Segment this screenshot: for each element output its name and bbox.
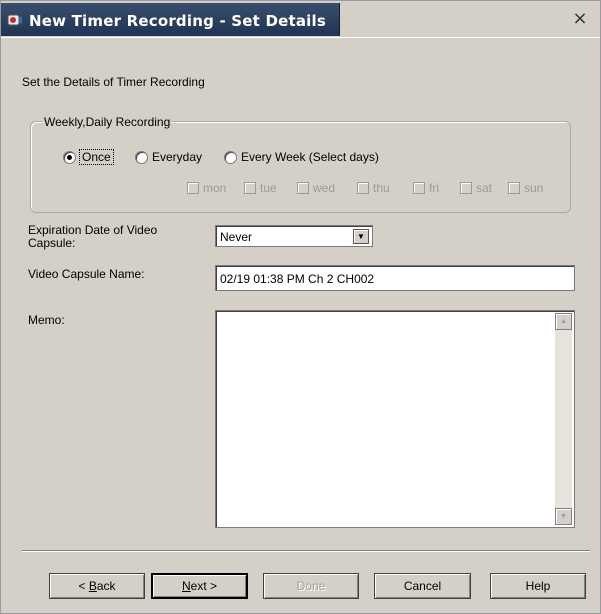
help-button[interactable]: Help [490,573,586,599]
page-heading: Set the Details of Timer Recording [22,75,205,89]
day-label: sun [524,181,544,195]
radio-once-label[interactable]: Once [79,149,114,165]
radio-everyday-dot[interactable] [135,150,148,164]
recording-group [30,121,571,213]
day-checkbox-sun[interactable]: sun [508,181,543,195]
day-checkbox-wed[interactable]: wed [297,181,335,195]
radio-every-week-label[interactable]: Every Week (Select days) [241,150,379,164]
scroll-down-icon[interactable]: ▼ [555,508,572,525]
recording-group-legend: Weekly,Daily Recording [42,115,173,129]
day-label: tue [260,181,277,195]
day-label: wed [313,181,336,195]
day-checkbox-tue[interactable]: tue [244,181,277,195]
next-key: N [181,579,191,593]
back-rest: ack [96,579,116,593]
title-bar[interactable]: New Timer Recording - Set Details × [1,1,600,38]
dialog-window: New Timer Recording - Set Details × Set … [0,0,601,614]
expiration-label-line2: Capsule: [28,236,76,250]
radio-everyday-label[interactable]: Everyday [152,150,202,164]
footer-divider-highlight [22,551,590,552]
expiration-value: Never [220,230,253,244]
next-button[interactable]: Next > [151,573,248,599]
radio-every-week[interactable]: Every Week (Select days) [224,150,379,164]
back-prefix: < [78,579,89,593]
checkbox-icon[interactable] [413,182,425,194]
checkbox-icon[interactable] [357,182,369,194]
chevron-down-icon[interactable]: ▼ [353,229,369,244]
window-title: New Timer Recording - Set Details [29,12,326,30]
day-label: fri [429,181,439,195]
checkbox-icon[interactable] [187,182,199,194]
radio-every-week-dot[interactable] [224,150,237,164]
checkbox-icon[interactable] [460,182,472,194]
title-tab: New Timer Recording - Set Details [1,3,340,36]
day-checkbox-sat[interactable]: sat [460,181,492,195]
capsule-name-input[interactable]: 02/19 01:38 PM Ch 2 CH002 [215,265,575,291]
radio-everyday[interactable]: Everyday [135,150,202,164]
cancel-button[interactable]: Cancel [374,573,471,599]
scroll-up-icon[interactable]: ▲ [555,313,572,330]
close-icon[interactable]: × [570,9,590,29]
day-label: sat [476,181,493,195]
title-divider [1,37,600,38]
expiration-select[interactable]: Never ▼ [215,225,373,247]
checkbox-icon[interactable] [297,182,309,194]
capsule-name-value: 02/19 01:38 PM Ch 2 CH002 [220,272,375,286]
day-checkbox-mon[interactable]: mon [187,181,226,195]
day-checkbox-fri[interactable]: fri [413,181,439,195]
memo-scrollbar[interactable]: ▲ ▼ [555,313,572,525]
memo-label: Memo: [28,313,65,327]
checkbox-icon[interactable] [244,182,256,194]
next-rest: ext > [190,579,218,593]
back-button[interactable]: < Back [49,573,145,599]
day-label: mon [203,181,227,195]
expiration-label: Expiration Date of Video Capsule: [28,224,157,250]
memo-textarea[interactable]: ▲ ▼ [215,310,575,528]
app-icon[interactable] [7,12,23,28]
capsule-name-label: Video Capsule Name: [28,267,145,281]
back-key: B [88,579,97,593]
day-label: thu [373,181,390,195]
radio-once[interactable]: Once [63,149,114,165]
checkbox-icon[interactable] [508,182,520,194]
radio-once-dot[interactable] [63,150,76,164]
day-checkbox-thu[interactable]: thu [357,181,390,195]
done-button[interactable]: Done [263,573,359,599]
